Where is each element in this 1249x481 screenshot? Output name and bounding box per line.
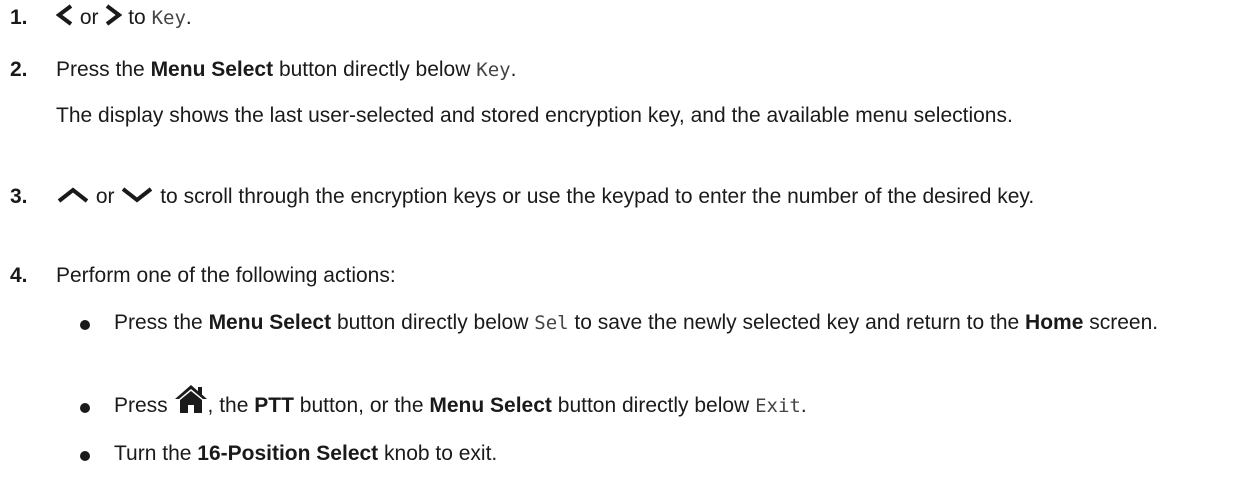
turn-text: Turn the [114,442,192,465]
or-text: or [95,185,115,208]
rest-text: knob to exit. [384,442,498,465]
home-term: Home [1025,311,1084,334]
period: . [510,58,517,81]
press-text: Press the [114,311,203,334]
bullet-text: Turn the 16-Position Select knob to exit… [114,440,1240,468]
below-text: button directly below [278,58,471,81]
sel-softkey-label: Sel [534,312,569,334]
button-or-text: button, or the [299,394,424,417]
menu-select-term: Menu Select [150,58,274,81]
step-number: 1. [10,6,28,29]
knob-name-term: 16-Position Select [197,442,379,465]
menu-select-term: Menu Select [208,311,332,334]
bullet-dot [80,403,90,413]
bullet-dot [80,451,90,461]
to-text: to [128,6,146,29]
or-text: or [79,6,99,29]
result-text: The display shows the last user-selected… [56,104,1013,127]
below-text: button directly below [336,311,529,334]
press-text: Press [114,394,168,417]
period: . [185,6,192,29]
chevron-left-icon [56,4,73,27]
rest-text: to save the newly selected key and retur… [574,311,1020,334]
bullet-text: Press the Menu Select button directly be… [114,309,1240,337]
period: . [800,394,807,417]
bullet-text: Press , the PTT button, or the Menu Sele… [114,385,1240,420]
bullet-dot [80,320,90,330]
below-text: button directly below [557,394,750,417]
key-softkey-label: Key [151,7,186,29]
step-number: 2. [10,58,28,81]
chevron-right-icon [106,4,123,27]
instructions-page: 1. or to Key. 2. Press the Menu Select b… [0,0,1249,481]
exit-softkey-label: Exit [755,395,801,417]
home-icon [174,385,207,414]
key-softkey-label: Key [476,59,511,81]
step-4-text: Perform one of the following actions: [56,264,396,287]
step-body: Press the Menu Select button directly be… [56,56,1240,84]
menu-select-term: Menu Select [429,394,552,417]
chevron-up-icon [57,187,89,203]
step-number: 3. [10,185,28,208]
step-number: 4. [10,264,28,287]
ptt-term: PTT [254,394,294,417]
screen-text: screen. [1089,311,1159,334]
step-body: or to Key. [56,4,1240,32]
comma-the-text: , the [207,394,249,417]
step-3-text: to scroll through the encryption keys or… [160,185,1035,208]
press-text: Press the [56,58,145,81]
step-body: or to scroll through the encryption keys… [56,183,1240,211]
chevron-down-icon [122,187,153,203]
